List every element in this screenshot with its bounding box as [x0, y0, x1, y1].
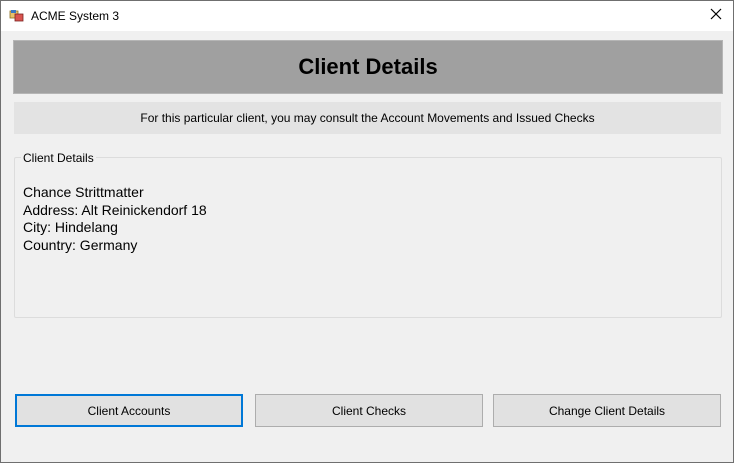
header-panel: Client Details: [13, 40, 723, 94]
client-country: Country: Germany: [23, 236, 138, 253]
window-title: ACME System 3: [31, 9, 120, 23]
main-window: ACME System 3 Client Details For this pa…: [0, 0, 734, 463]
title-bar[interactable]: ACME System 3: [1, 1, 733, 31]
client-city: City: Hindelang: [23, 219, 118, 235]
client-name: Chance Strittmatter: [23, 184, 144, 200]
client-details-text: Chance Strittmatter Address: Alt Reinick…: [23, 184, 207, 254]
close-button[interactable]: [699, 1, 733, 31]
close-icon: [710, 7, 722, 25]
info-bar: For this particular client, you may cons…: [14, 102, 721, 134]
client-accounts-button[interactable]: Client Accounts: [15, 394, 243, 427]
app-window-icon: [9, 8, 25, 24]
page-title: Client Details: [298, 54, 438, 79]
info-text: For this particular client, you may cons…: [140, 111, 595, 125]
change-client-details-button[interactable]: Change Client Details: [493, 394, 721, 427]
client-checks-button[interactable]: Client Checks: [255, 394, 483, 427]
groupbox-legend: Client Details: [21, 151, 96, 165]
client-address: Address: Alt Reinickendorf 18: [23, 201, 207, 218]
client-details-groupbox: Client Details Chance Strittmatter Addre…: [14, 151, 722, 318]
